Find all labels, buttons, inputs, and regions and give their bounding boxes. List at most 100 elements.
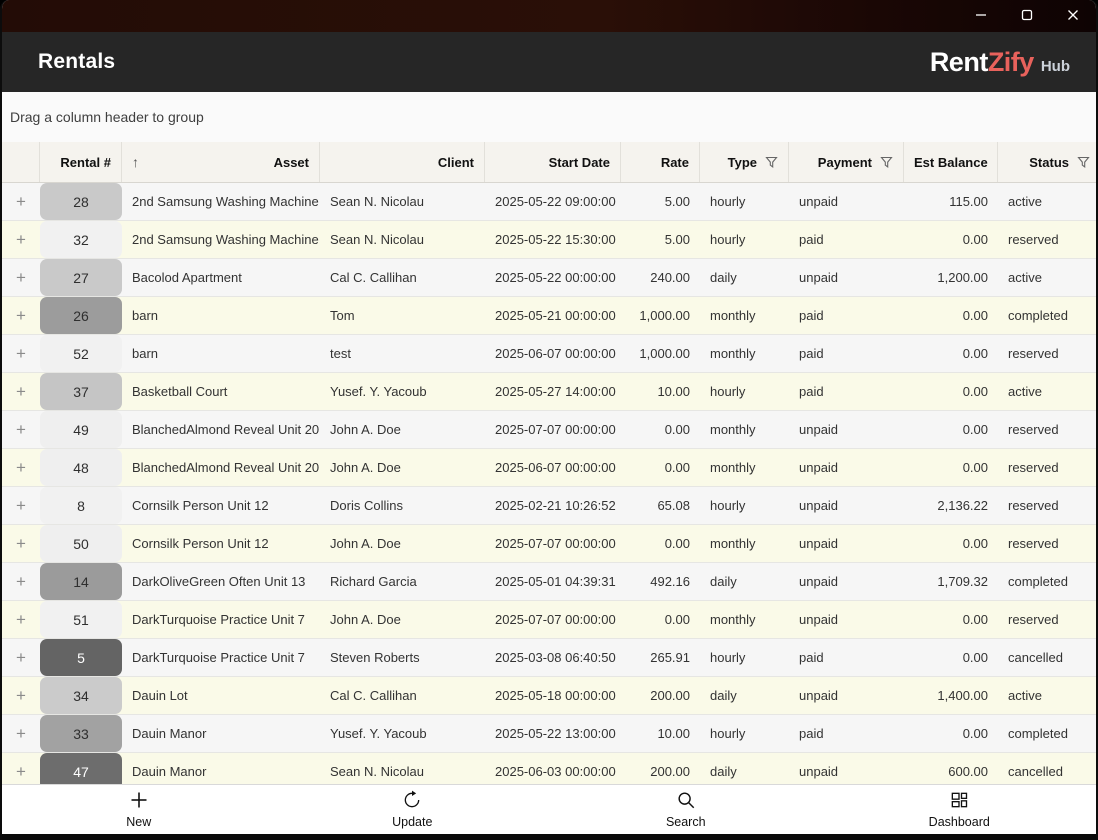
- table-row[interactable]: +49BlanchedAlmond Reveal Unit 20John A. …: [2, 411, 1096, 449]
- row-expander[interactable]: +: [2, 601, 40, 638]
- start-date-cell: 2025-07-07 00:00:00: [485, 601, 621, 638]
- filter-icon[interactable]: [880, 156, 893, 169]
- type-cell: daily: [700, 677, 789, 714]
- client-cell: Yusef. Y. Yacoub: [320, 373, 485, 410]
- row-expander[interactable]: +: [2, 753, 40, 784]
- rental-number-cell: 33: [40, 715, 122, 752]
- column-header-est-balance[interactable]: Est Balance: [904, 142, 998, 182]
- group-by-panel[interactable]: Drag a column header to group: [2, 92, 1096, 142]
- row-expander[interactable]: +: [2, 411, 40, 448]
- close-button[interactable]: [1050, 0, 1096, 32]
- table-row[interactable]: +50Cornsilk Person Unit 12John A. Doe202…: [2, 525, 1096, 563]
- table-row[interactable]: +26barnTom2025-05-21 00:00:001,000.00mon…: [2, 297, 1096, 335]
- row-expander[interactable]: +: [2, 563, 40, 600]
- row-expander[interactable]: +: [2, 335, 40, 372]
- client-cell: Steven Roberts: [320, 639, 485, 676]
- search-icon: [676, 790, 696, 813]
- content-area: Drag a column header to group Rental # ↑…: [2, 92, 1096, 784]
- dashboard-button[interactable]: Dashboard: [823, 785, 1097, 834]
- table-row[interactable]: +8Cornsilk Person Unit 12Doris Collins20…: [2, 487, 1096, 525]
- rental-number-chip: 27: [40, 259, 122, 296]
- table-row[interactable]: +37Basketball CourtYusef. Y. Yacoub2025-…: [2, 373, 1096, 411]
- new-button[interactable]: New: [2, 785, 276, 834]
- status-cell: reserved: [998, 525, 1096, 562]
- filter-icon[interactable]: [1077, 156, 1090, 169]
- start-date-cell: 2025-05-22 15:30:00: [485, 221, 621, 258]
- payment-cell: unpaid: [789, 677, 904, 714]
- minimize-button[interactable]: [958, 0, 1004, 32]
- table-row[interactable]: +282nd Samsung Washing MachineSean N. Ni…: [2, 183, 1096, 221]
- table-row[interactable]: +34Dauin LotCal C. Callihan2025-05-18 00…: [2, 677, 1096, 715]
- status-cell: active: [998, 373, 1096, 410]
- payment-cell: unpaid: [789, 487, 904, 524]
- start-date-cell: 2025-06-03 00:00:00: [485, 753, 621, 784]
- column-header-asset[interactable]: ↑ Asset: [122, 142, 320, 182]
- row-expander[interactable]: +: [2, 449, 40, 486]
- rental-number-cell: 50: [40, 525, 122, 562]
- table-row[interactable]: +14DarkOliveGreen Often Unit 13Richard G…: [2, 563, 1096, 601]
- row-expander[interactable]: +: [2, 715, 40, 752]
- column-header-status[interactable]: Status: [998, 142, 1096, 182]
- type-cell: hourly: [700, 221, 789, 258]
- table-row[interactable]: +322nd Samsung Washing MachineSean N. Ni…: [2, 221, 1096, 259]
- maximize-button[interactable]: [1004, 0, 1050, 32]
- asset-cell: Cornsilk Person Unit 12: [122, 525, 320, 562]
- payment-cell: unpaid: [789, 601, 904, 638]
- client-cell: Cal C. Callihan: [320, 259, 485, 296]
- app-window: Rentals Rent Zify Hub Drag a column head…: [0, 0, 1098, 840]
- column-header-payment[interactable]: Payment: [789, 142, 904, 182]
- rental-number-chip: 50: [40, 525, 122, 562]
- table-row[interactable]: +47Dauin ManorSean N. Nicolau2025-06-03 …: [2, 753, 1096, 784]
- start-date-cell: 2025-05-22 09:00:00: [485, 183, 621, 220]
- column-header-rental-number[interactable]: Rental #: [40, 142, 122, 182]
- row-expander[interactable]: +: [2, 525, 40, 562]
- est-balance-cell: 115.00: [904, 183, 998, 220]
- rental-number-cell: 34: [40, 677, 122, 714]
- table-row[interactable]: +48BlanchedAlmond Reveal Unit 20John A. …: [2, 449, 1096, 487]
- est-balance-cell: 0.00: [904, 297, 998, 334]
- filter-icon[interactable]: [765, 156, 778, 169]
- asset-cell: Dauin Manor: [122, 715, 320, 752]
- row-expander[interactable]: +: [2, 677, 40, 714]
- client-cell: Richard Garcia: [320, 563, 485, 600]
- client-cell: John A. Doe: [320, 449, 485, 486]
- status-cell: reserved: [998, 221, 1096, 258]
- payment-cell: unpaid: [789, 525, 904, 562]
- plus-expander-icon: +: [16, 458, 26, 478]
- column-header-rate[interactable]: Rate: [621, 142, 700, 182]
- est-balance-cell: 2,136.22: [904, 487, 998, 524]
- client-cell: Sean N. Nicolau: [320, 221, 485, 258]
- window-bottom-edge: [2, 834, 1096, 840]
- update-button[interactable]: Update: [276, 785, 550, 834]
- table-row[interactable]: +51DarkTurquoise Practice Unit 7John A. …: [2, 601, 1096, 639]
- start-date-cell: 2025-06-07 00:00:00: [485, 335, 621, 372]
- status-cell: completed: [998, 563, 1096, 600]
- rate-cell: 10.00: [621, 715, 700, 752]
- table-row[interactable]: +52barntest2025-06-07 00:00:001,000.00mo…: [2, 335, 1096, 373]
- row-expander[interactable]: +: [2, 297, 40, 334]
- column-header-type[interactable]: Type: [700, 142, 789, 182]
- type-cell: monthly: [700, 525, 789, 562]
- rental-number-cell: 52: [40, 335, 122, 372]
- table-row[interactable]: +27Bacolod ApartmentCal C. Callihan2025-…: [2, 259, 1096, 297]
- plus-expander-icon: +: [16, 420, 26, 440]
- column-header-client[interactable]: Client: [320, 142, 485, 182]
- row-expander[interactable]: +: [2, 487, 40, 524]
- plus-expander-icon: +: [16, 192, 26, 212]
- asset-cell: Dauin Manor: [122, 753, 320, 784]
- row-expander[interactable]: +: [2, 259, 40, 296]
- asset-cell: 2nd Samsung Washing Machine: [122, 183, 320, 220]
- est-balance-cell: 1,709.32: [904, 563, 998, 600]
- rate-cell: 492.16: [621, 563, 700, 600]
- row-expander[interactable]: +: [2, 639, 40, 676]
- table-row[interactable]: +33Dauin ManorYusef. Y. Yacoub2025-05-22…: [2, 715, 1096, 753]
- row-expander[interactable]: +: [2, 373, 40, 410]
- table-row[interactable]: +5DarkTurquoise Practice Unit 7Steven Ro…: [2, 639, 1096, 677]
- plus-expander-icon: +: [16, 496, 26, 516]
- rental-number-chip: 37: [40, 373, 122, 410]
- search-button[interactable]: Search: [549, 785, 823, 834]
- asset-cell: DarkTurquoise Practice Unit 7: [122, 639, 320, 676]
- column-header-start-date[interactable]: Start Date: [485, 142, 621, 182]
- row-expander[interactable]: +: [2, 221, 40, 258]
- row-expander[interactable]: +: [2, 183, 40, 220]
